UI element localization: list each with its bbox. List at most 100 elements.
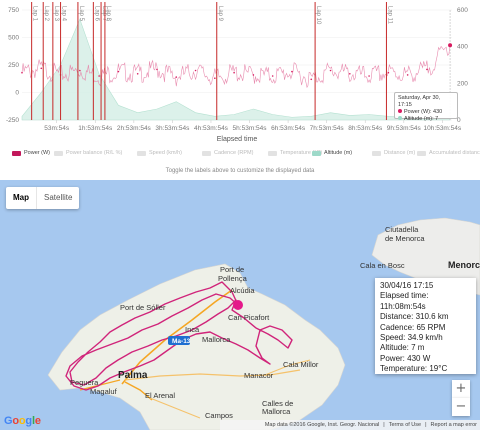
legend-label: Accumulated distance (km) <box>429 150 480 156</box>
label-magaluf: Magaluf <box>90 387 118 396</box>
power-point <box>214 77 216 79</box>
legend-item[interactable]: Accumulated distance (km) <box>417 150 480 156</box>
x-tick-label: 3h:53m:54s <box>155 125 190 132</box>
power-point <box>79 69 81 72</box>
legend-label: Altitude (m) <box>324 150 353 156</box>
label-port-pollenca: Port de <box>220 265 244 274</box>
y-left-tick-label: 500 <box>8 35 19 42</box>
y-right-tick-label: 600 <box>457 7 468 14</box>
label-mallorca-region: Mallorca <box>202 335 231 344</box>
legend-swatch-icon <box>202 150 211 156</box>
power-point <box>406 74 409 76</box>
label-manacor: Manacor <box>244 371 274 380</box>
satellite-view-button[interactable]: Satellite <box>37 187 79 209</box>
power-point <box>349 73 351 75</box>
power-point <box>271 75 274 77</box>
label-peguera: Peguera <box>70 378 99 387</box>
map-view-button[interactable]: Map <box>6 187 36 209</box>
mallorca-island <box>47 263 346 430</box>
info-cadence: Cadence: 65 RPM <box>380 322 446 332</box>
power-point <box>40 67 43 70</box>
report-error-link[interactable]: Report a map error <box>431 420 477 430</box>
route-map[interactable]: Ma-13 Port de Pollença Alcúdia Can Picaf… <box>0 180 480 430</box>
x-axis-title: Elapsed time <box>217 136 258 143</box>
y-left-tick-label: 0 <box>15 90 19 97</box>
power-point <box>291 70 293 73</box>
legend-item[interactable]: Cadence (RPM) <box>202 150 253 156</box>
label-el-arenal: El Arenal <box>145 391 175 400</box>
info-speed: Speed: 34.9 km/h <box>380 333 443 343</box>
google-logo[interactable]: Google <box>4 415 41 427</box>
power-point <box>310 78 313 81</box>
map-type-control: Map Satellite <box>6 187 80 209</box>
legend-swatch-icon <box>372 150 381 156</box>
info-power: Power: 430 W <box>380 353 431 363</box>
legend-item[interactable]: Speed (km/h) <box>137 150 182 156</box>
legend-item[interactable]: Distance (m) <box>372 150 415 156</box>
label-menorca: Menorca <box>448 260 480 270</box>
label-calles-mallorca: Mallorca <box>262 407 291 416</box>
position-marker <box>233 300 243 310</box>
power-point <box>252 74 255 76</box>
tooltip-time: Saturday, Apr 30, 17:15 <box>398 95 441 108</box>
position-info-window: 30/04/16 17:15 Elapsed time: 11h:08m:54s… <box>375 278 476 374</box>
power-point <box>329 69 332 72</box>
lap-label: Lap 8 <box>105 6 111 22</box>
label-ciutadella: Ciutadella <box>385 225 419 234</box>
hover-power-point <box>448 43 453 48</box>
label-pollenca: Pollença <box>218 274 248 283</box>
legend-label: Power balance (R/L %) <box>66 150 123 156</box>
info-time: 30/04/16 17:15 <box>380 281 434 290</box>
lap-label: Lap 10 <box>315 6 321 25</box>
label-inca: Inca <box>185 325 200 334</box>
x-tick-label: 53m:54s <box>44 125 70 132</box>
zoom-out-button[interactable]: − <box>452 398 470 416</box>
label-alcudia: Alcúdia <box>230 286 255 295</box>
legend-swatch-icon <box>268 150 277 156</box>
highway-label: Ma-13 <box>172 338 191 345</box>
legend-item[interactable]: Power (W) <box>12 150 50 156</box>
power-point <box>156 68 158 71</box>
lap-label: Lap 11 <box>386 6 392 25</box>
x-tick-label: 7h:53m:54s <box>310 125 345 132</box>
x-tick-label: 9h:53m:54s <box>387 125 422 132</box>
lap-label: Lap 3 <box>53 6 59 22</box>
legend-swatch-icon <box>54 150 63 156</box>
legend-label: Cadence (RPM) <box>214 150 254 156</box>
altitude-dot-icon <box>398 116 402 120</box>
x-tick-label: 5h:53m:54s <box>233 125 268 132</box>
google-logo-letter: e <box>34 415 41 427</box>
lap-label: Lap 1 <box>32 6 38 22</box>
power-point <box>175 76 178 78</box>
power-point <box>117 70 120 73</box>
y-right-tick-label: 400 <box>457 44 468 51</box>
lap-label: Lap 2 <box>43 6 49 22</box>
y-left-tick-label: -250 <box>6 117 19 124</box>
info-distance: Distance: 310.6 km <box>380 312 449 322</box>
legend-swatch-icon <box>312 150 321 156</box>
legend-item[interactable]: Altitude (m) <box>312 150 352 156</box>
legend-item[interactable]: Power balance (R/L %) <box>54 150 122 156</box>
power-point <box>136 73 139 75</box>
info-temperature: Temperature: 19°C <box>380 364 448 374</box>
altitude-area <box>21 18 451 121</box>
power-point <box>368 75 370 77</box>
zoom-in-button[interactable]: + <box>452 380 470 398</box>
lap-label: Lap 5 <box>78 6 84 22</box>
legend-swatch-icon <box>417 150 426 156</box>
label-ciutadella-menorca: de Menorca <box>385 234 425 243</box>
legend-label: Power (W) <box>24 150 50 156</box>
sep: | <box>425 422 427 428</box>
info-altitude: Altitude: 7 m <box>380 343 425 353</box>
terms-link[interactable]: Terms of Use <box>389 420 421 430</box>
power-point <box>387 71 390 74</box>
x-tick-label: 8h:53m:54s <box>348 125 383 132</box>
lap-label: Lap 4 <box>61 6 67 22</box>
label-cala-millor: Cala Millor <box>283 360 319 369</box>
power-dot-icon <box>398 109 402 113</box>
legend-swatch-icon <box>137 150 146 156</box>
y-left-tick-label: 250 <box>8 62 19 69</box>
label-cala-bosc: Cala en Bosc <box>360 261 405 270</box>
chart-legend: Power (W) Power balance (R/L %) Speed (km/… <box>12 150 480 160</box>
activity-chart[interactable]: 750 500 250 0 -250 600 400 200 0 Lap 1 Lap 2 Lap 3L… <box>0 0 480 180</box>
